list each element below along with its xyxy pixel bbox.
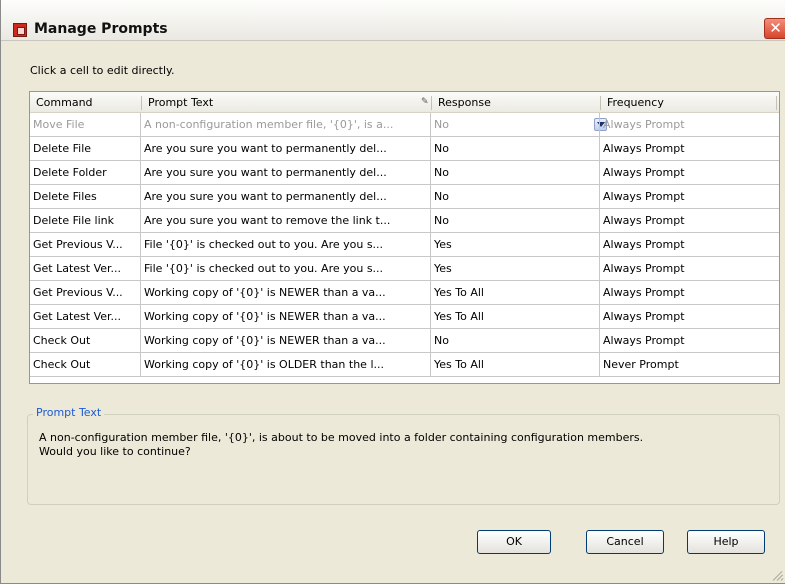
cell-command[interactable]: Get Previous V... (30, 281, 140, 304)
manage-prompts-dialog: Manage Prompts ✕ Click a cell to edit di… (0, 0, 785, 584)
grid-rows: Move File A non-configuration member fil… (30, 113, 779, 377)
cell-response[interactable]: No (431, 329, 599, 352)
cell-command[interactable]: Move File (30, 113, 140, 136)
cell-prompt-text[interactable]: A non-configuration member file, '{0}', … (141, 113, 429, 136)
column-header-response[interactable]: Response (432, 92, 600, 113)
cell-prompt-text[interactable]: Are you sure you want to permanently del… (141, 161, 429, 184)
cell-response[interactable]: No (431, 113, 591, 136)
cell-command[interactable]: Delete File link (30, 209, 140, 232)
cell-command[interactable]: Get Latest Ver... (30, 257, 140, 280)
cell-command[interactable]: Delete Files (30, 185, 140, 208)
cell-command[interactable]: Get Latest Ver... (30, 305, 140, 328)
cell-response[interactable]: Yes (431, 233, 599, 256)
cell-frequency[interactable]: Never Prompt (600, 353, 776, 376)
resize-grip-icon[interactable] (771, 569, 784, 581)
cell-command[interactable]: Check Out (30, 329, 140, 352)
table-row[interactable]: Get Previous V... Working copy of '{0}' … (30, 281, 779, 305)
grid-header: Command Prompt Text ✎ Response Frequency (30, 92, 779, 113)
close-icon[interactable]: ✕ (764, 18, 785, 39)
table-row[interactable]: Get Latest Ver... Working copy of '{0}' … (30, 305, 779, 329)
cell-command[interactable]: Delete File (30, 137, 140, 160)
cell-command[interactable]: Delete Folder (30, 161, 140, 184)
ok-button[interactable]: OK (477, 530, 551, 554)
cell-frequency[interactable]: Always Prompt (600, 161, 776, 184)
table-row[interactable]: Check Out Working copy of '{0}' is NEWER… (30, 329, 779, 353)
cell-response[interactable]: Yes To All (431, 281, 599, 304)
table-row[interactable]: Delete File link Are you sure you want t… (30, 209, 779, 233)
cell-frequency[interactable]: Always Prompt (600, 185, 776, 208)
cell-prompt-text[interactable]: Are you sure you want to remove the link… (141, 209, 429, 232)
table-row[interactable]: Check Out Working copy of '{0}' is OLDER… (30, 353, 779, 377)
cell-prompt-text[interactable]: Working copy of '{0}' is NEWER than a va… (141, 305, 429, 328)
cell-prompt-text[interactable]: File '{0}' is checked out to you. Are yo… (141, 233, 429, 256)
cell-response[interactable]: Yes To All (431, 305, 599, 328)
cell-response[interactable]: Yes To All (431, 353, 599, 376)
cell-frequency[interactable]: Always Prompt (600, 113, 776, 136)
cell-frequency[interactable]: Always Prompt (600, 233, 776, 256)
prompt-text-full: A non-configuration member file, '{0}', … (39, 431, 644, 458)
cell-prompt-text[interactable]: File '{0}' is checked out to you. Are yo… (141, 257, 429, 280)
prompt-text-groupbox (27, 414, 780, 505)
cell-command[interactable]: Check Out (30, 353, 140, 376)
cell-response[interactable]: Yes (431, 257, 599, 280)
table-row[interactable]: Get Previous V... File '{0}' is checked … (30, 233, 779, 257)
column-header-prompt-text[interactable]: Prompt Text (142, 92, 430, 113)
cell-frequency[interactable]: Always Prompt (600, 305, 776, 328)
cell-prompt-text[interactable]: Working copy of '{0}' is NEWER than a va… (141, 329, 429, 352)
cell-frequency[interactable]: Always Prompt (600, 281, 776, 304)
dialog-title: Manage Prompts (34, 21, 168, 37)
app-icon (13, 23, 27, 37)
help-button[interactable]: Help (687, 530, 765, 554)
cell-response[interactable]: No (431, 185, 599, 208)
title-bar[interactable]: Manage Prompts ✕ (1, 0, 785, 41)
cell-prompt-text[interactable]: Working copy of '{0}' is NEWER than a va… (141, 281, 429, 304)
column-header-frequency[interactable]: Frequency (601, 92, 776, 113)
table-row[interactable]: Move File A non-configuration member fil… (30, 113, 779, 137)
cell-frequency[interactable]: Always Prompt (600, 209, 776, 232)
table-row[interactable]: Delete File Are you sure you want to per… (30, 137, 779, 161)
cell-response[interactable]: No (431, 209, 599, 232)
cell-response[interactable]: No (431, 161, 599, 184)
instruction-text: Click a cell to edit directly. (30, 64, 175, 77)
cancel-button[interactable]: Cancel (586, 530, 664, 554)
cell-frequency[interactable]: Always Prompt (600, 329, 776, 352)
prompt-text-legend: Prompt Text (33, 406, 105, 419)
table-row[interactable]: Delete Folder Are you sure you want to p… (30, 161, 779, 185)
cell-frequency[interactable]: Always Prompt (600, 137, 776, 160)
cell-response[interactable]: No (431, 137, 599, 160)
table-row[interactable]: Get Latest Ver... File '{0}' is checked … (30, 257, 779, 281)
cell-prompt-text[interactable]: Are you sure you want to permanently del… (141, 137, 429, 160)
column-header-command[interactable]: Command (30, 92, 141, 113)
cell-prompt-text[interactable]: Are you sure you want to permanently del… (141, 185, 429, 208)
edit-pencil-icon: ✎ (421, 97, 429, 107)
prompts-grid[interactable]: Command Prompt Text ✎ Response Frequency… (29, 91, 780, 384)
table-row[interactable]: Delete Files Are you sure you want to pe… (30, 185, 779, 209)
cell-command[interactable]: Get Previous V... (30, 233, 140, 256)
cell-prompt-text[interactable]: Working copy of '{0}' is OLDER than the … (141, 353, 429, 376)
column-divider[interactable] (776, 96, 777, 110)
cell-frequency[interactable]: Always Prompt (600, 257, 776, 280)
